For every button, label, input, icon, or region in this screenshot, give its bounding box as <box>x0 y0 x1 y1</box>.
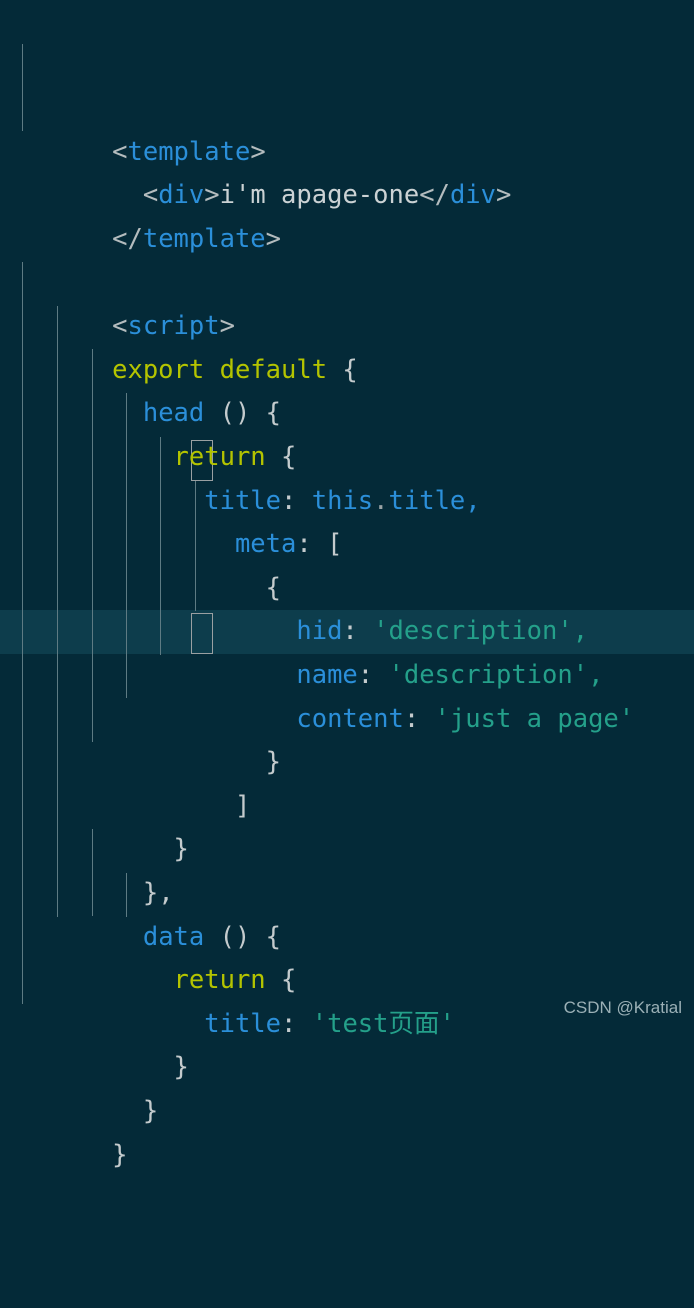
watermark-label: CSDN @Kratial <box>563 998 682 1017</box>
code-editor-canvas[interactable]: <template> <div>i'm apage-one</div> </te… <box>0 0 694 1170</box>
tag-close-open-bracket: </ <box>112 223 143 254</box>
tag-close-bracket: > <box>265 223 282 254</box>
code-line[interactable]: <template> <box>0 0 694 167</box>
tag-name-template-closing: template <box>142 223 266 254</box>
brace-close: } <box>112 1139 128 1170</box>
code-line[interactable]: <div>i'm apage-one</div> <box>0 44 694 210</box>
